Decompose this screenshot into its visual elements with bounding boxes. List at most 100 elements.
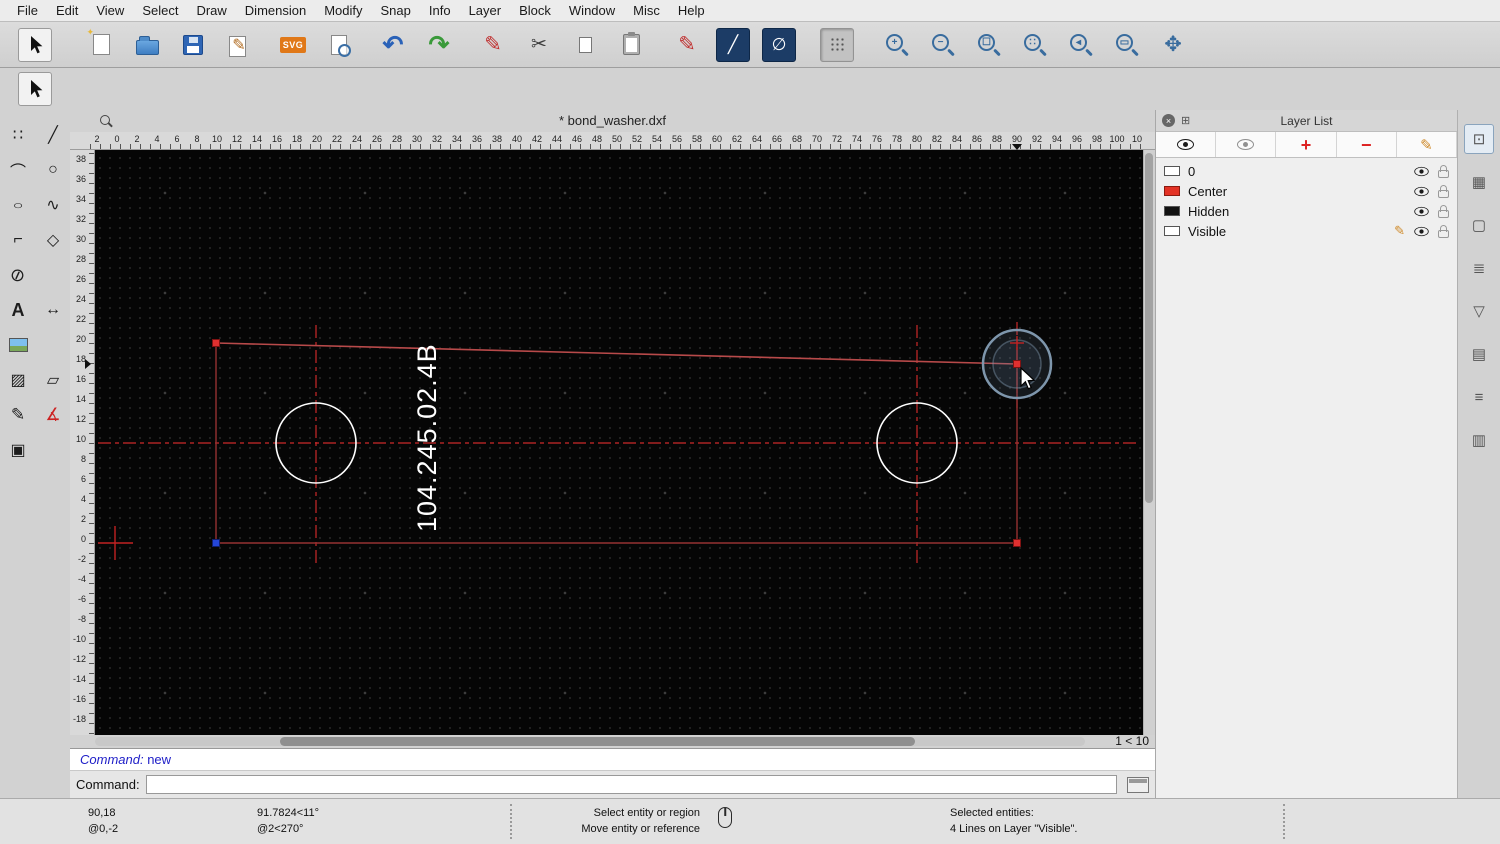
menu-item[interactable]: Snap <box>372 0 420 22</box>
open-folder-button[interactable] <box>130 28 164 62</box>
layer-row[interactable]: Hidden ✎ <box>1156 201 1457 221</box>
zoom-out-button[interactable]: − <box>926 28 960 62</box>
menu-item[interactable]: View <box>87 0 133 22</box>
menu-item[interactable]: Window <box>560 0 624 22</box>
close-panel-icon[interactable]: × <box>1162 114 1175 127</box>
line-tool[interactable]: ╱ <box>36 118 70 152</box>
detach-panel-icon[interactable]: ⊞ <box>1181 114 1190 127</box>
menu-item[interactable]: Info <box>420 0 460 22</box>
properties-panel-icon[interactable]: ⊡ <box>1464 124 1494 154</box>
edit-layer-button[interactable]: ✎ <box>1397 132 1458 157</box>
ellipse-tool[interactable]: ○ <box>1 188 35 222</box>
zoom-in-button[interactable]: + <box>880 28 914 62</box>
select-cursor-button[interactable] <box>18 27 52 62</box>
circle-draw-button[interactable]: ∅ <box>762 27 796 62</box>
menu-item[interactable]: Block <box>510 0 560 22</box>
layer-color-swatch[interactable] <box>1164 206 1180 216</box>
circle-tool[interactable]: ○ <box>36 153 70 187</box>
info-tool[interactable]: ∡ <box>36 398 70 432</box>
layer-list-panel: × ⊞ Layer List + − ✎ 0 ✎ <box>1155 110 1458 798</box>
svg-export-button[interactable]: SVG <box>276 28 310 62</box>
layer-lock-toggle[interactable] <box>1438 204 1449 218</box>
layer-color-swatch[interactable] <box>1164 226 1180 236</box>
layer-row[interactable]: Visible ✎ <box>1156 221 1457 241</box>
menu-item[interactable]: Layer <box>460 0 511 22</box>
pen-palette-panel-icon[interactable]: ▤ <box>1464 339 1494 369</box>
menu-item[interactable]: Draw <box>187 0 235 22</box>
redo-button[interactable]: ↷ <box>422 28 456 62</box>
zoom-window-button[interactable]: ▭ <box>1110 28 1144 62</box>
layer-visibility-toggle[interactable] <box>1413 186 1430 197</box>
selection-tool-button[interactable] <box>18 72 52 106</box>
dimension-tool[interactable]: ↔ <box>36 293 70 327</box>
save-as-button[interactable]: ✎ <box>222 28 256 62</box>
draw-pen-button[interactable]: ✎ <box>670 28 704 62</box>
layer-visibility-toggle[interactable] <box>1413 166 1430 177</box>
library-panel-icon[interactable]: ▢ <box>1464 210 1494 240</box>
cut-button[interactable]: ✂ <box>522 28 556 62</box>
image-tool[interactable] <box>1 328 35 362</box>
horizontal-scrollbar-thumb[interactable] <box>280 737 915 746</box>
menu-item[interactable]: Select <box>133 0 187 22</box>
vertical-scrollbar[interactable] <box>1143 150 1155 735</box>
layer-row[interactable]: Center ✎ <box>1156 181 1457 201</box>
dock-command-widget-button[interactable] <box>1127 776 1149 793</box>
hatch-ellipse-tool[interactable]: ⊘ <box>1 258 35 292</box>
clipboard-panel-icon[interactable]: ▥ <box>1464 425 1494 455</box>
toggle-layer-visibility-button[interactable] <box>1216 132 1277 157</box>
layer-lock-toggle[interactable] <box>1438 164 1449 178</box>
measure-tool[interactable]: ▱ <box>36 363 70 397</box>
paste-button[interactable] <box>614 28 648 62</box>
menu-item[interactable]: Misc <box>624 0 669 22</box>
copy-button[interactable] <box>568 28 602 62</box>
layer-color-swatch[interactable] <box>1164 166 1180 176</box>
save-button[interactable] <box>176 28 210 62</box>
layer-visibility-toggle[interactable] <box>1413 206 1430 217</box>
undo-button[interactable]: ↶ <box>376 28 410 62</box>
toggle-all-layers-visibility-button[interactable] <box>1156 132 1217 157</box>
zoom-auto-button[interactable]: ☐ <box>972 28 1006 62</box>
layer-row[interactable]: 0 ✎ <box>1156 161 1457 181</box>
new-file-button[interactable] <box>84 27 118 62</box>
zoom-previous-button[interactable]: ◂ <box>1064 28 1098 62</box>
menu-item[interactable]: Modify <box>315 0 371 22</box>
command-panel-icon[interactable]: ≡ <box>1464 382 1494 412</box>
menu-item[interactable]: Edit <box>47 0 87 22</box>
remove-layer-button[interactable]: − <box>1337 132 1397 157</box>
vertical-scrollbar-thumb[interactable] <box>1145 153 1153 503</box>
layer-edit-pencil-icon: ✎ <box>1394 223 1405 238</box>
horizontal-scrollbar[interactable] <box>95 737 1085 746</box>
ruler-label: 36 <box>471 134 483 144</box>
ruler-label: 84 <box>951 134 963 144</box>
add-layer-button[interactable]: + <box>1276 132 1337 157</box>
grid-toggle-button[interactable] <box>820 27 854 62</box>
layer-list-panel-icon[interactable]: ≣ <box>1464 253 1494 283</box>
polygon-tool[interactable]: ◇ <box>36 223 70 257</box>
hatch-tool[interactable]: ▨ <box>1 363 35 397</box>
points-tool[interactable]: ∷ <box>1 118 35 152</box>
menu-item[interactable]: File <box>8 0 47 22</box>
menu-item[interactable]: Dimension <box>236 0 315 22</box>
print-preview-button[interactable] <box>322 28 356 62</box>
modify-tool[interactable]: ✎ <box>1 398 35 432</box>
layer-visibility-toggle[interactable] <box>1413 226 1430 237</box>
drawing-viewport[interactable]: 104.245.02.4B <box>95 150 1143 735</box>
polyline-tool[interactable]: ⌐ <box>1 223 35 257</box>
line-draw-button[interactable]: ╱ <box>716 27 750 62</box>
edit-pen-button[interactable]: ✎ <box>476 28 510 62</box>
menu-item[interactable]: Help <box>669 0 714 22</box>
command-input[interactable] <box>146 775 1117 794</box>
layer-lock-toggle[interactable] <box>1438 184 1449 198</box>
spline-tool[interactable]: ∿ <box>36 188 70 222</box>
pan-button[interactable]: ✥ <box>1156 28 1190 62</box>
zoom-selected-button[interactable]: ∷ <box>1018 28 1052 62</box>
solid-tool[interactable]: ▣ <box>1 433 35 467</box>
layer-lock-toggle[interactable] <box>1438 224 1449 238</box>
layer-color-swatch[interactable] <box>1164 186 1180 196</box>
filter-panel-icon[interactable]: ▽ <box>1464 296 1494 326</box>
tool-palette: ∷ ╱ ⌒ ○ ○ ∿ ⌐ ◇ ⊘ A ↔ ▨ ▱ ✎ ∡ ▣ <box>1 118 71 467</box>
layer-panel-title: Layer List <box>1280 113 1333 128</box>
block-panel-icon[interactable]: ▦ <box>1464 167 1494 197</box>
text-tool[interactable]: A <box>1 293 35 327</box>
arc-tool[interactable]: ⌒ <box>1 153 35 187</box>
